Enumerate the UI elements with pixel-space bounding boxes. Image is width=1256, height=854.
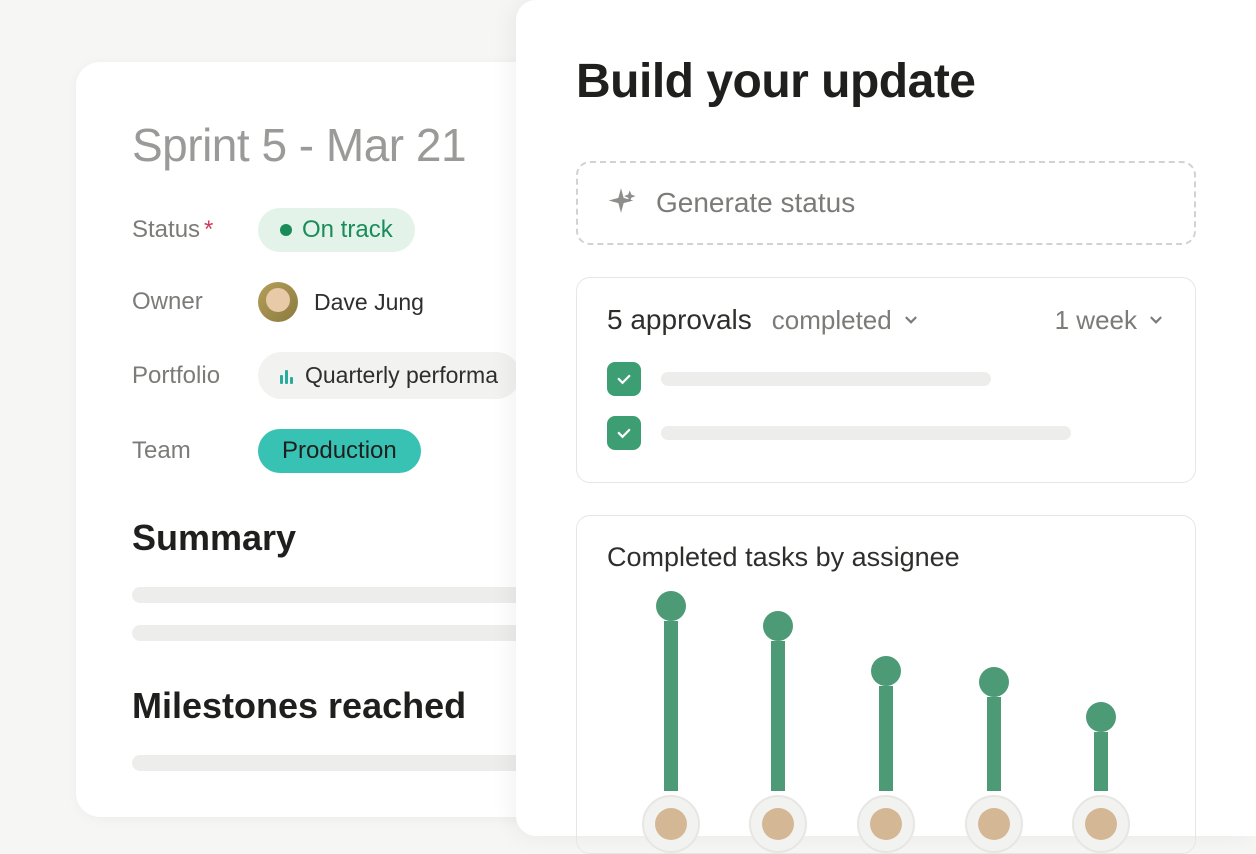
chart-dot-icon (656, 591, 686, 621)
approvals-header: 5 approvals completed 1 week (607, 304, 1165, 336)
chart-bar (987, 697, 1001, 791)
owner-name: Dave Jung (314, 289, 424, 316)
approvals-time-dropdown[interactable]: 1 week (1055, 305, 1165, 336)
approvals-card: 5 approvals completed 1 week (576, 277, 1196, 483)
team-label: Team (132, 437, 258, 465)
chart-column (962, 667, 1026, 853)
chart-card: Completed tasks by assignee (576, 515, 1196, 854)
owner-value[interactable]: Dave Jung (258, 282, 424, 322)
check-icon (615, 370, 633, 388)
chart-bar (1094, 732, 1108, 791)
assignee-avatar[interactable] (857, 795, 915, 853)
status-dot-icon (280, 224, 292, 236)
approval-placeholder (661, 426, 1071, 440)
chevron-down-icon (902, 311, 920, 329)
status-value: On track (302, 216, 393, 244)
approvals-count: 5 approvals (607, 304, 752, 336)
chart-title: Completed tasks by assignee (607, 542, 1165, 573)
approval-item (607, 362, 1165, 396)
team-value: Production (282, 437, 397, 465)
portfolio-pill[interactable]: Quarterly performa (258, 352, 520, 399)
approval-checkbox[interactable] (607, 416, 641, 450)
check-icon (615, 424, 633, 442)
chart-column (639, 591, 703, 853)
assignee-avatar[interactable] (749, 795, 807, 853)
generate-status-label: Generate status (656, 187, 855, 219)
portfolio-value: Quarterly performa (305, 362, 498, 389)
chart-dot-icon (763, 611, 793, 641)
assignee-avatar[interactable] (642, 795, 700, 853)
team-pill[interactable]: Production (258, 429, 421, 473)
chart-column (746, 611, 810, 853)
assignee-avatar[interactable] (965, 795, 1023, 853)
approval-item (607, 416, 1165, 450)
chart-dot-icon (1086, 702, 1116, 732)
chart-bar (771, 641, 785, 791)
approvals-status-dropdown[interactable]: completed (772, 305, 920, 336)
bar-chart-icon (280, 368, 293, 384)
assignee-chart (607, 603, 1165, 853)
approval-placeholder (661, 372, 991, 386)
panel-title: Build your update (576, 54, 1196, 109)
generate-status-button[interactable]: Generate status (576, 161, 1196, 245)
chart-bar (664, 621, 678, 791)
sparkle-icon (606, 188, 636, 218)
required-asterisk: * (204, 216, 213, 243)
chart-dot-icon (979, 667, 1009, 697)
approval-checkbox[interactable] (607, 362, 641, 396)
owner-label: Owner (132, 288, 258, 316)
chart-bar (879, 686, 893, 791)
assignee-avatar[interactable] (1072, 795, 1130, 853)
portfolio-label: Portfolio (132, 362, 258, 390)
status-label: Status* (132, 216, 258, 244)
chart-column (854, 656, 918, 853)
status-pill[interactable]: On track (258, 208, 415, 252)
chart-column (1069, 702, 1133, 853)
chart-dot-icon (871, 656, 901, 686)
approvals-time-label: 1 week (1055, 305, 1137, 336)
chevron-down-icon (1147, 311, 1165, 329)
build-update-panel: Build your update Generate status 5 appr… (516, 0, 1256, 836)
approvals-status-label: completed (772, 305, 892, 336)
owner-avatar (258, 282, 298, 322)
